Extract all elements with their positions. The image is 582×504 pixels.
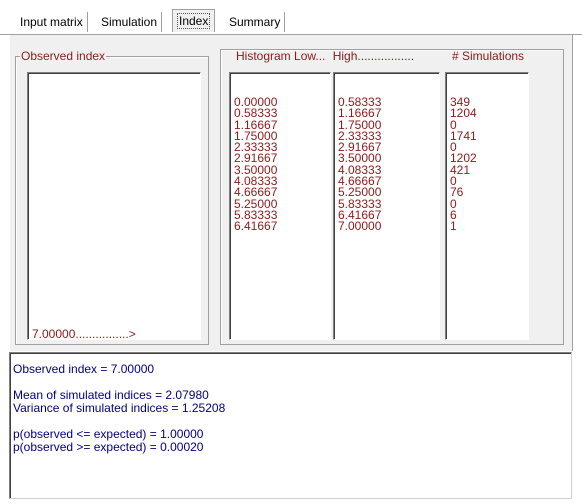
- summary-p-ge-line: p(observed >= expected) = 0.00020: [13, 440, 204, 454]
- tab-summary[interactable]: Summary: [225, 12, 286, 32]
- simulations-listbox[interactable]: 349 1204 0 1741 0 1202 421 0 76 0 6 1: [445, 72, 529, 340]
- tab-input-matrix[interactable]: Input matrix: [16, 12, 88, 32]
- histogram-header: Histogram Low... High................. #…: [236, 49, 524, 63]
- simulations-values: 349 1204 0 1741 0 1202 421 0 76 0 6 1: [450, 96, 477, 234]
- histogram-low-header: Histogram Low...: [236, 49, 326, 63]
- histogram-low-item: 6.41667: [234, 219, 278, 234]
- tab-simulation-label: Simulation: [101, 15, 158, 29]
- tab-index-label: Index: [177, 13, 211, 29]
- tab-summary-label: Summary: [229, 15, 281, 29]
- tab-index[interactable]: Index: [172, 9, 216, 32]
- tab-input-matrix-label: Input matrix: [20, 15, 83, 29]
- summary-textbox[interactable]: Observed index = 7.00000 Mean of simulat…: [9, 352, 572, 499]
- histogram-high-item: 7.00000: [338, 219, 382, 234]
- simulations-header: # Simulations: [452, 49, 525, 63]
- histogram-high-listbox[interactable]: 0.58333 1.16667 1.75000 2.33333 2.91667 3.500…: [333, 72, 440, 340]
- tab-simulation[interactable]: Simulation: [97, 12, 163, 32]
- summary-variance-line: Variance of simulated indices = 1.25208: [13, 401, 226, 415]
- simulations-item: 1: [450, 219, 457, 234]
- observed-index-legend: Observed index: [21, 49, 106, 63]
- observed-index-listbox[interactable]: 7.00000................>: [27, 72, 201, 340]
- index-panel: Observed index 7.00000................> …: [9, 35, 573, 351]
- observed-index-marker: 7.00000................>: [32, 327, 136, 340]
- summary-observed-line: Observed index = 7.00000: [13, 362, 155, 376]
- histogram-low-values: 0.00000 0.58333 1.16667 1.75000 2.33333 2.916…: [234, 96, 278, 234]
- histogram-low-listbox[interactable]: 0.00000 0.58333 1.16667 1.75000 2.33333 2.916…: [229, 72, 331, 340]
- histogram-high-header: High.................: [332, 49, 415, 63]
- histogram-high-values: 0.58333 1.16667 1.75000 2.33333 2.91667 3.500…: [338, 96, 382, 234]
- app-window: Input matrix Simulation Index Summary Ob…: [0, 0, 582, 504]
